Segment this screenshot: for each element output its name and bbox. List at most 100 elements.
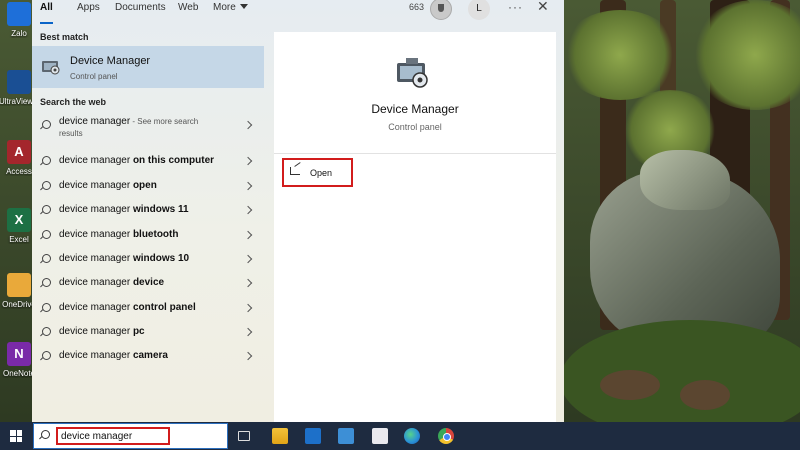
tab-label: Apps bbox=[77, 2, 100, 13]
chevron-right-icon bbox=[243, 254, 253, 264]
best-match-subtitle: Control panel bbox=[70, 72, 118, 81]
best-match-heading: Best match bbox=[40, 32, 89, 42]
tab-label: More bbox=[213, 2, 236, 13]
web-result-item[interactable]: device manager on this computer bbox=[32, 150, 264, 174]
desktop-icon-access[interactable]: A Access bbox=[4, 140, 34, 200]
web-result-prefix: device manager bbox=[59, 302, 133, 313]
web-result-prefix: device manager bbox=[59, 229, 133, 240]
chevron-right-icon bbox=[243, 351, 253, 361]
search-icon bbox=[42, 254, 51, 263]
chevron-right-icon bbox=[243, 181, 253, 191]
best-match-result[interactable]: Device Manager Control panel bbox=[32, 46, 264, 88]
web-result-bold: camera bbox=[132, 350, 168, 361]
tab-more[interactable]: More bbox=[213, 2, 248, 24]
search-panel: All Apps Documents Web More 663 L ··· ✕ … bbox=[32, 0, 564, 422]
web-result-text: device manager device bbox=[59, 277, 164, 288]
web-result-bold: device bbox=[132, 277, 165, 288]
tab-web[interactable]: Web bbox=[178, 2, 198, 24]
web-result-bold: windows 11 bbox=[132, 204, 189, 215]
open-icon bbox=[290, 167, 300, 175]
web-result-text: device manager pc bbox=[59, 326, 145, 337]
chevron-right-icon bbox=[243, 278, 253, 288]
excel-icon: X bbox=[7, 208, 31, 232]
web-result-bold: on this computer bbox=[132, 155, 215, 166]
see-more-text-2: results bbox=[59, 129, 83, 138]
web-result-item[interactable]: device manager device bbox=[32, 272, 264, 296]
file-explorer-icon[interactable] bbox=[272, 428, 288, 444]
web-result-item[interactable]: device manager - See more search results bbox=[32, 114, 264, 142]
divider bbox=[274, 153, 556, 154]
chevron-right-icon bbox=[243, 120, 253, 130]
more-options-icon[interactable]: ··· bbox=[508, 0, 523, 14]
zalo-icon bbox=[7, 2, 31, 26]
web-result-item[interactable]: device manager control panel bbox=[32, 297, 264, 321]
web-result-item[interactable]: device manager camera bbox=[32, 345, 264, 369]
web-result-text: device manager open bbox=[59, 180, 157, 191]
tab-documents[interactable]: Documents bbox=[115, 2, 166, 24]
ultraviewer-icon bbox=[7, 70, 31, 94]
search-input[interactable] bbox=[56, 427, 170, 445]
desktop-icon-onenote[interactable]: N OneNote bbox=[3, 342, 35, 402]
tab-all[interactable]: All bbox=[40, 2, 53, 24]
web-result-prefix: device manager bbox=[59, 180, 133, 191]
web-result-bold: bluetooth bbox=[132, 229, 179, 240]
web-result-prefix: device manager bbox=[59, 155, 133, 166]
open-button[interactable]: Open bbox=[282, 158, 353, 187]
desktop-icon-onedrive[interactable]: OneDrive bbox=[2, 273, 36, 333]
details-subtitle: Control panel bbox=[388, 122, 442, 132]
web-result-text: device manager on this computer bbox=[59, 155, 214, 166]
photos-icon[interactable] bbox=[338, 428, 354, 444]
web-result-text: device manager windows 10 bbox=[59, 253, 189, 264]
web-result-item[interactable]: device manager bluetooth bbox=[32, 224, 264, 248]
see-more-text: - See more search bbox=[130, 117, 199, 126]
desktop-icon-zalo[interactable]: Zalo bbox=[4, 2, 34, 62]
taskbar bbox=[0, 422, 800, 450]
chevron-right-icon bbox=[243, 156, 253, 166]
taskbar-search-box[interactable] bbox=[33, 423, 228, 449]
search-icon bbox=[42, 230, 51, 239]
search-icon bbox=[42, 278, 51, 287]
web-result-bold: windows 10 bbox=[132, 253, 190, 264]
result-details-panel: Device Manager Control panel Open bbox=[274, 32, 556, 422]
web-result-bold: open bbox=[132, 180, 157, 191]
device-manager-icon bbox=[42, 61, 60, 75]
chrome-icon[interactable] bbox=[438, 428, 454, 444]
onenote-icon: N bbox=[7, 342, 31, 366]
search-icon bbox=[42, 181, 51, 190]
desktop-icon-excel[interactable]: X Excel bbox=[4, 208, 34, 268]
access-icon: A bbox=[7, 140, 31, 164]
best-match-title: Device Manager bbox=[70, 55, 151, 67]
web-result-text: device manager - See more search bbox=[59, 116, 198, 127]
edge-icon[interactable] bbox=[404, 428, 420, 444]
web-result-text: device manager control panel bbox=[59, 302, 196, 313]
device-manager-icon bbox=[397, 58, 428, 88]
trophy-icon[interactable] bbox=[430, 0, 452, 20]
tab-label: Documents bbox=[115, 2, 166, 13]
chevron-right-icon bbox=[243, 230, 253, 240]
close-icon[interactable]: ✕ bbox=[537, 0, 549, 15]
desktop-icon-ultraviewer[interactable]: UltraViewer bbox=[0, 70, 39, 130]
web-result-prefix: device manager bbox=[59, 350, 133, 361]
chevron-right-icon bbox=[243, 327, 253, 337]
search-icon bbox=[41, 430, 50, 439]
task-view-icon[interactable] bbox=[238, 431, 250, 441]
mail-icon[interactable] bbox=[305, 428, 321, 444]
avatar[interactable]: L bbox=[468, 0, 490, 20]
details-title: Device Manager bbox=[371, 102, 459, 116]
search-icon bbox=[42, 303, 51, 312]
search-icon bbox=[42, 351, 51, 360]
chevron-down-icon bbox=[239, 4, 248, 9]
tab-apps[interactable]: Apps bbox=[77, 2, 100, 24]
windows-start-icon[interactable] bbox=[10, 430, 22, 442]
web-result-item[interactable]: device manager windows 11 bbox=[32, 199, 264, 223]
web-result-item[interactable]: device manager windows 10 bbox=[32, 248, 264, 272]
chevron-right-icon bbox=[243, 303, 253, 313]
chevron-right-icon bbox=[243, 205, 253, 215]
search-icon bbox=[42, 120, 51, 129]
web-result-item[interactable]: device manager pc bbox=[32, 321, 264, 345]
search-filter-bar: All Apps Documents Web More 663 L ··· ✕ bbox=[32, 0, 564, 28]
todo-icon[interactable] bbox=[372, 428, 388, 444]
web-result-bold: control panel bbox=[132, 302, 196, 313]
web-result-item[interactable]: device manager open bbox=[32, 175, 264, 199]
web-result-prefix: device manager bbox=[59, 116, 131, 127]
